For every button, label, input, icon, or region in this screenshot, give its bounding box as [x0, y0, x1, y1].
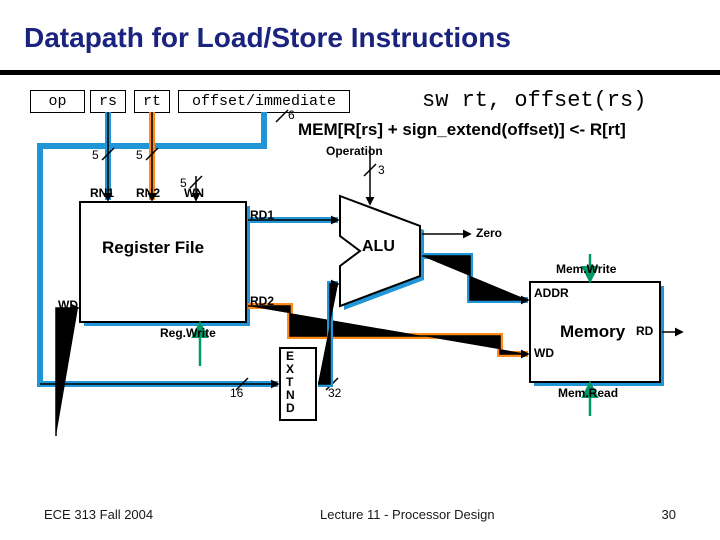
label-rd2: RD2 [250, 294, 274, 308]
bus-width-rt: 5 [136, 148, 143, 162]
label-rn2: RN2 [136, 186, 160, 200]
label-zero: Zero [476, 226, 502, 240]
label-alu: ALU [362, 238, 395, 256]
label-regwrite: Reg.Write [160, 326, 216, 340]
label-extnd: EXTND [286, 350, 295, 415]
horizontal-rule [0, 70, 720, 75]
label-register-file: Register File [102, 238, 204, 258]
label-memwd: WD [534, 346, 554, 360]
page-title: Datapath for Load/Store Instructions [24, 22, 511, 54]
bus-width-operation: 3 [378, 163, 385, 177]
label-wd: WD [58, 298, 78, 312]
label-rn1: RN1 [90, 186, 114, 200]
label-memory: Memory [560, 322, 625, 342]
label-wn: WN [184, 186, 204, 200]
bus-width-extnd-in: 16 [230, 386, 243, 400]
datapath-diagram: op rs rt offset/immediate sw rt, offset(… [30, 86, 690, 476]
footer-center: Lecture 11 - Processor Design [320, 507, 495, 522]
footer-left: ECE 313 Fall 2004 [44, 507, 153, 522]
footer: ECE 313 Fall 2004 Lecture 11 - Processor… [0, 507, 720, 522]
label-memwrite: Mem.Write [556, 262, 616, 276]
label-rd: RD [636, 324, 653, 338]
bus-width-op: 6 [288, 108, 295, 122]
bus-width-rs: 5 [92, 148, 99, 162]
label-rd1: RD1 [250, 208, 274, 222]
bus-width-extnd-out: 32 [328, 386, 341, 400]
label-operation: Operation [326, 144, 383, 158]
label-memread: Mem.Read [558, 386, 618, 400]
label-addr: ADDR [534, 286, 569, 300]
footer-right: 30 [662, 507, 676, 522]
